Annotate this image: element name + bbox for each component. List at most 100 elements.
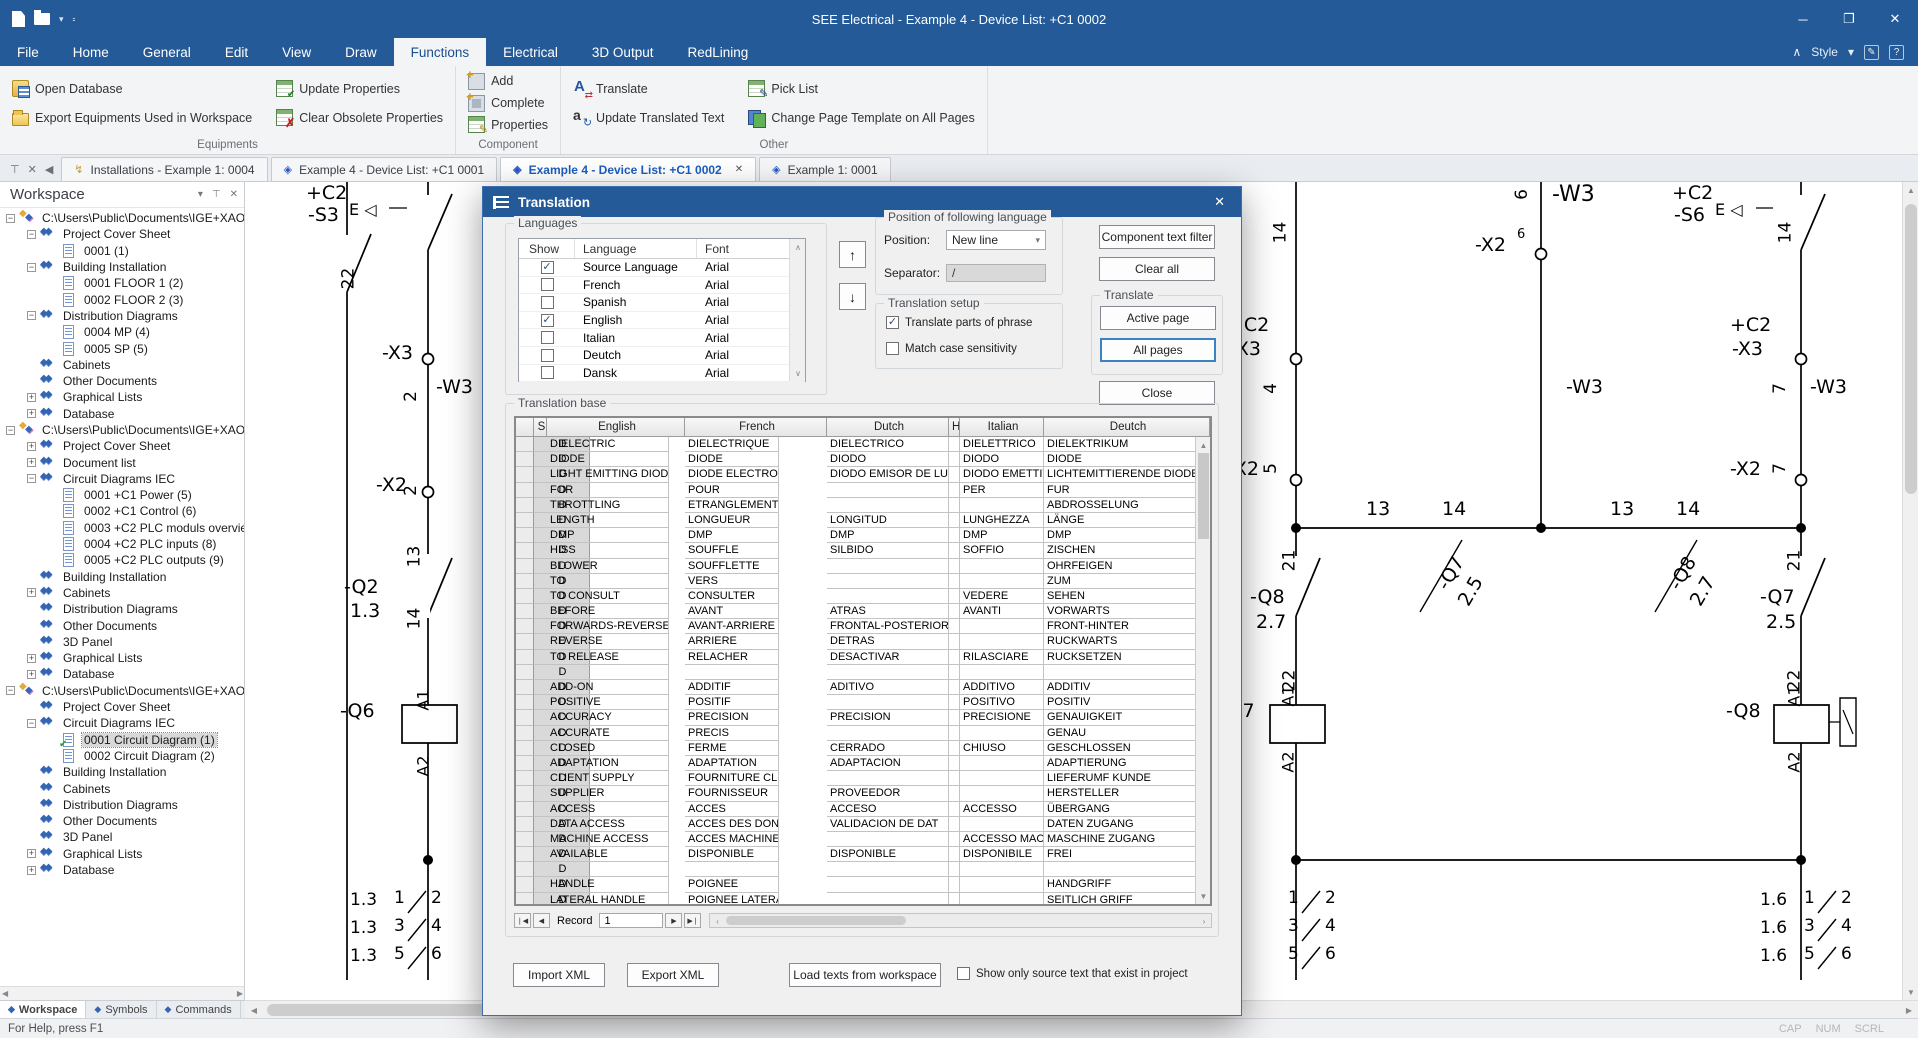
translation-row[interactable]: DMACHINE ACCESSACCES MACHINEACCESSO MACC… [516, 832, 1210, 847]
tree-item[interactable]: −Cabinets [0, 357, 244, 373]
tree-item[interactable]: −Distribution Diagrams [0, 797, 244, 813]
column-header[interactable]: Dutch [827, 418, 949, 437]
show-checkbox[interactable] [541, 331, 554, 344]
row-selector[interactable] [516, 756, 534, 771]
tree-item[interactable]: −0004 MP (4) [0, 324, 244, 340]
tree-item[interactable]: −Project Cover Sheet [0, 226, 244, 242]
vertical-scroll-thumb[interactable] [1905, 204, 1917, 494]
language-row[interactable]: FrenchArial [519, 277, 805, 295]
document-tab[interactable]: ◈Example 4 - Device List: +C1 0002✕ [500, 157, 756, 181]
record-value[interactable]: 1 [599, 913, 663, 928]
translation-row[interactable]: DBLOWERSOUFFLETTEOHRFEIGEN [516, 559, 1210, 574]
column-font[interactable]: Font [697, 239, 791, 258]
menu-item-file[interactable]: File [0, 38, 56, 66]
tree-item[interactable]: −0002 FLOOR 2 (3) [0, 291, 244, 307]
translation-row[interactable]: DLENGTHLONGUEURLONGITUDLUNGHEZZALÄNGE [516, 513, 1210, 528]
tree-item[interactable]: −Cabinets [0, 780, 244, 796]
table-horizontal-scrollbar[interactable]: ‹ › [709, 913, 1212, 928]
row-selector[interactable] [516, 483, 534, 498]
tree-item[interactable]: +Document list [0, 454, 244, 470]
language-row[interactable]: DeutchArial [519, 347, 805, 365]
row-selector[interactable] [516, 786, 534, 801]
expander-icon[interactable]: + [27, 588, 36, 597]
translation-row[interactable]: DLIGHT EMITTING DIODEDIODE ELECTROLUMINE… [516, 467, 1210, 482]
tree-item[interactable]: −0005 +C2 PLC outputs (9) [0, 552, 244, 568]
tree-item[interactable]: −C:\Users\Public\Documents\IGE+XAO\SE [0, 422, 244, 438]
tree-item[interactable]: −0002 +C1 Control (6) [0, 503, 244, 519]
table-vertical-scrollbar[interactable]: ▲ ▼ [1195, 437, 1210, 904]
last-record-button[interactable]: ▶❘ [684, 913, 701, 928]
language-row[interactable]: DanskArial [519, 365, 805, 383]
row-selector[interactable] [516, 893, 534, 906]
component-text-filter-button[interactable]: Component text filter [1099, 225, 1215, 249]
translation-row[interactable]: DTO CONSULTCONSULTERVEDERESEHEN [516, 589, 1210, 604]
column-language[interactable]: Language [575, 239, 697, 258]
update-translated-text-button[interactable]: Update Translated Text [569, 108, 728, 127]
scroll-down-icon[interactable]: ▼ [1903, 984, 1918, 1000]
row-selector[interactable] [516, 877, 534, 892]
tree-item[interactable]: −Building Installation [0, 569, 244, 585]
expander-icon[interactable]: + [27, 393, 36, 402]
tree-item[interactable]: −Other Documents [0, 813, 244, 829]
match-case-option[interactable]: Match case sensitivity [886, 342, 1017, 355]
new-document-icon[interactable] [12, 11, 25, 27]
menu-item-edit[interactable]: Edit [208, 38, 265, 66]
expander-icon[interactable]: − [27, 230, 36, 239]
tree-item[interactable]: −Building Installation [0, 764, 244, 780]
help-icon[interactable]: ? [1889, 45, 1904, 60]
workspace-scrollbar[interactable]: ◀ ▶ [0, 986, 245, 1000]
column-header[interactable]: French [685, 418, 827, 437]
document-tab[interactable]: ◈Example 1: 0001 [759, 157, 891, 181]
complete-button[interactable]: Complete [464, 94, 552, 113]
tree-item[interactable]: −Other Documents [0, 617, 244, 633]
row-selector[interactable] [516, 467, 534, 482]
column-header[interactable]: Italian [960, 418, 1044, 437]
scroll-right-icon[interactable]: ▶ [1900, 1001, 1918, 1019]
tree-item[interactable]: +Project Cover Sheet [0, 438, 244, 454]
translation-row[interactable]: DCLOSEDFERMECERRADOCHIUSOGESCHLOSSEN [516, 741, 1210, 756]
collapse-ribbon-icon[interactable]: ∧ [1792, 45, 1801, 59]
menu-item-functions[interactable]: Functions [394, 38, 487, 66]
tree-item[interactable]: −0004 +C2 PLC inputs (8) [0, 536, 244, 552]
expander-icon[interactable]: − [27, 719, 36, 728]
row-selector[interactable] [516, 498, 534, 513]
close-pane-icon[interactable]: ✕ [28, 163, 37, 176]
panel-close-icon[interactable]: ✕ [230, 189, 238, 200]
scroll-left-icon[interactable]: ‹ [710, 914, 724, 929]
first-record-button[interactable]: ❘◀ [514, 913, 531, 928]
row-selector[interactable] [516, 817, 534, 832]
tree-item[interactable]: −Circuit Diagrams IEC [0, 471, 244, 487]
document-tab[interactable]: ↯Installations - Example 1: 0004 [61, 157, 267, 181]
tree-item[interactable]: +Graphical Lists [0, 650, 244, 666]
table-scroll-thumb[interactable] [1198, 453, 1209, 539]
close-tab-icon[interactable]: ✕ [735, 164, 743, 175]
menu-item-draw[interactable]: Draw [328, 38, 394, 66]
export-equipments-button[interactable]: Export Equipments Used in Workspace [8, 109, 256, 127]
expander-icon[interactable]: − [27, 474, 36, 483]
close-dialog-button[interactable]: Close [1099, 381, 1215, 405]
theme-icon[interactable]: ✎ [1864, 45, 1879, 60]
position-select[interactable]: New line ▾ [946, 230, 1046, 250]
dialog-close-icon[interactable]: ✕ [1208, 192, 1231, 212]
row-selector[interactable] [516, 832, 534, 847]
translation-row[interactable]: DPOSITIVEPOSITIFPOSITIVOPOSITIV [516, 695, 1210, 710]
menu-item-redlining[interactable]: RedLining [670, 38, 765, 66]
tree-item[interactable]: −0005 SP (5) [0, 340, 244, 356]
row-selector[interactable] [516, 513, 534, 528]
tree-item[interactable]: −0001 (1) [0, 243, 244, 259]
translation-row[interactable]: DTO RELEASERELACHERDESACTIVARRILASCIARER… [516, 650, 1210, 665]
row-selector[interactable] [516, 847, 534, 862]
show-checkbox[interactable]: ✓ [541, 314, 554, 327]
tree-item[interactable]: −Distribution Diagrams [0, 308, 244, 324]
show-checkbox[interactable] [541, 296, 554, 309]
import-xml-button[interactable]: Import XML [513, 963, 605, 987]
tree-item[interactable]: −Circuit Diagrams IEC [0, 715, 244, 731]
scroll-tabs-left-icon[interactable]: ◀ [45, 163, 53, 176]
style-caret-icon[interactable]: ▾ [1848, 45, 1854, 59]
row-selector[interactable] [516, 771, 534, 786]
row-selector[interactable] [516, 528, 534, 543]
language-row[interactable]: ItalianArial [519, 329, 805, 347]
translation-row[interactable]: DACCESSACCESACCESOACCESSOÜBERGANG [516, 802, 1210, 817]
translation-row[interactable]: DFORWARDS-REVERSEAVANT-ARRIEREFRONTAL-PO… [516, 619, 1210, 634]
row-selector[interactable] [516, 802, 534, 817]
